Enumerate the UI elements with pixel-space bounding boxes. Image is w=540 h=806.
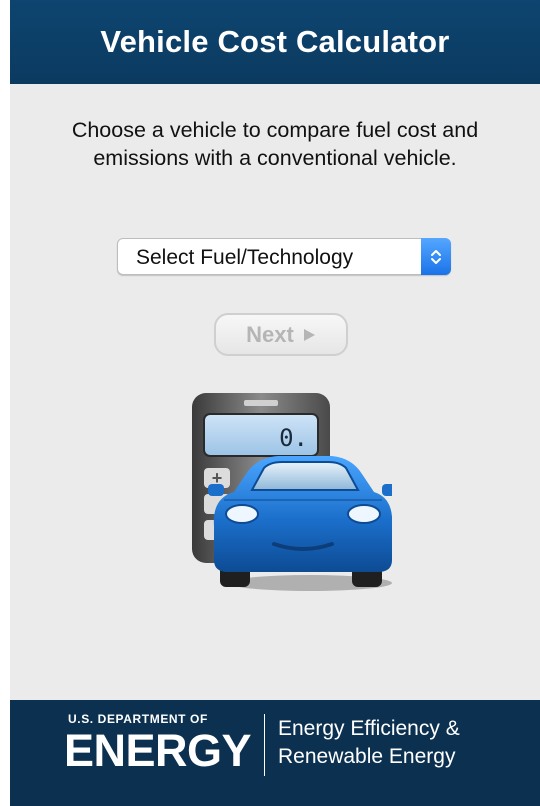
footer-divider: [264, 714, 265, 776]
select-value: Select Fuel/Technology: [136, 246, 354, 269]
fuel-technology-select[interactable]: Select Fuel/Technology: [117, 238, 451, 275]
eere-line-1: Energy Efficiency &: [278, 717, 460, 740]
calculator-widget: Vehicle Cost Calculator Choose a vehicle…: [10, 0, 540, 806]
car-headlight-left: [225, 504, 259, 524]
doe-logo-wordmark: ENERGY: [64, 725, 252, 776]
doe-logo-small-text: U.S. DEPARTMENT OF: [68, 712, 208, 726]
play-arrow-icon: [303, 328, 315, 341]
page-title: Vehicle Cost Calculator: [100, 24, 450, 59]
car-windshield: [250, 461, 360, 491]
footer-bar: U.S. DEPARTMENT OF ENERGY Energy Efficie…: [10, 700, 540, 806]
eere-office-name: Energy Efficiency & Renewable Energy: [278, 715, 460, 771]
intro-text: Choose a vehicle to compare fuel cost an…: [71, 118, 479, 170]
next-button-label: Next: [246, 321, 294, 347]
next-button[interactable]: Next: [214, 313, 348, 356]
calculator-display-value: 0.: [279, 424, 308, 452]
chevron-updown-icon: [421, 238, 451, 275]
calculator-car-illustration: 0. +: [192, 393, 392, 591]
car-headlight-right: [347, 504, 381, 524]
eere-line-2: Renewable Energy: [278, 745, 456, 768]
header-bar: Vehicle Cost Calculator: [10, 0, 540, 84]
